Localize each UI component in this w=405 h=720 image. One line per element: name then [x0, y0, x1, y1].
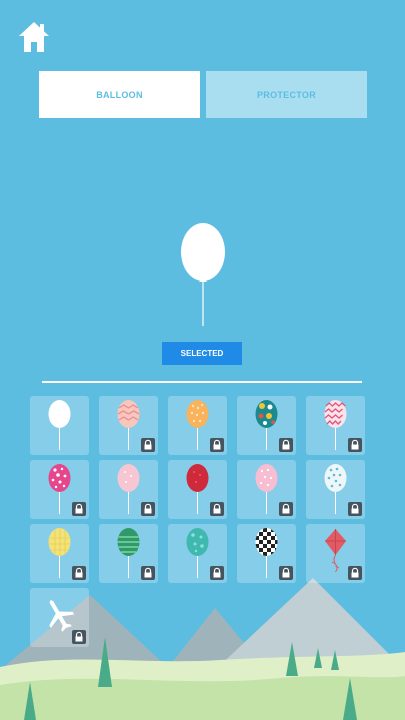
grid-item-pink-floral-balloon[interactable]: [30, 460, 89, 519]
grid-item-airplane[interactable]: [30, 588, 89, 647]
lock-icon: [210, 438, 224, 452]
lock-icon: [279, 438, 293, 452]
grid-item-white-dotted-balloon[interactable]: [306, 460, 365, 519]
lock-icon: [210, 502, 224, 516]
lock-icon: [72, 630, 86, 644]
grid-item-light-pink-balloon[interactable]: [99, 460, 158, 519]
grid-item-zigzag-balloon[interactable]: [306, 396, 365, 455]
divider: [42, 381, 362, 383]
grid-item-pink-dotted-balloon[interactable]: [237, 460, 296, 519]
grid-item-checkered-balloon[interactable]: [237, 524, 296, 583]
tab-balloon[interactable]: BALLOON: [39, 71, 200, 118]
lock-icon: [141, 502, 155, 516]
lock-icon: [72, 502, 86, 516]
lock-icon: [141, 566, 155, 580]
lock-icon: [348, 502, 362, 516]
grid-item-white-balloon[interactable]: [30, 396, 89, 455]
item-grid: [30, 396, 370, 647]
lock-icon: [210, 566, 224, 580]
category-tabs: BALLOON PROTECTOR: [39, 71, 367, 118]
grid-item-red-kite[interactable]: [306, 524, 365, 583]
grid-item-teal-balloon[interactable]: [168, 524, 227, 583]
grid-item-yellow-balloon[interactable]: [30, 524, 89, 583]
selected-balloon-preview: [181, 223, 225, 326]
grid-item-polka-dot-balloon[interactable]: [237, 396, 296, 455]
white-balloon-icon: [48, 400, 71, 450]
lock-icon: [72, 566, 86, 580]
lock-icon: [279, 502, 293, 516]
grid-item-green-striped-balloon[interactable]: [99, 524, 158, 583]
lock-icon: [348, 566, 362, 580]
grid-item-red-balloon[interactable]: [168, 460, 227, 519]
home-button[interactable]: [17, 20, 51, 54]
home-icon: [19, 22, 49, 52]
grid-item-pink-chevron-balloon[interactable]: [99, 396, 158, 455]
lock-icon: [348, 438, 362, 452]
lock-icon: [141, 438, 155, 452]
selected-button[interactable]: SELECTED: [162, 342, 242, 365]
lock-icon: [279, 566, 293, 580]
grid-item-orange-dotted-balloon[interactable]: [168, 396, 227, 455]
tab-protector[interactable]: PROTECTOR: [206, 71, 367, 118]
